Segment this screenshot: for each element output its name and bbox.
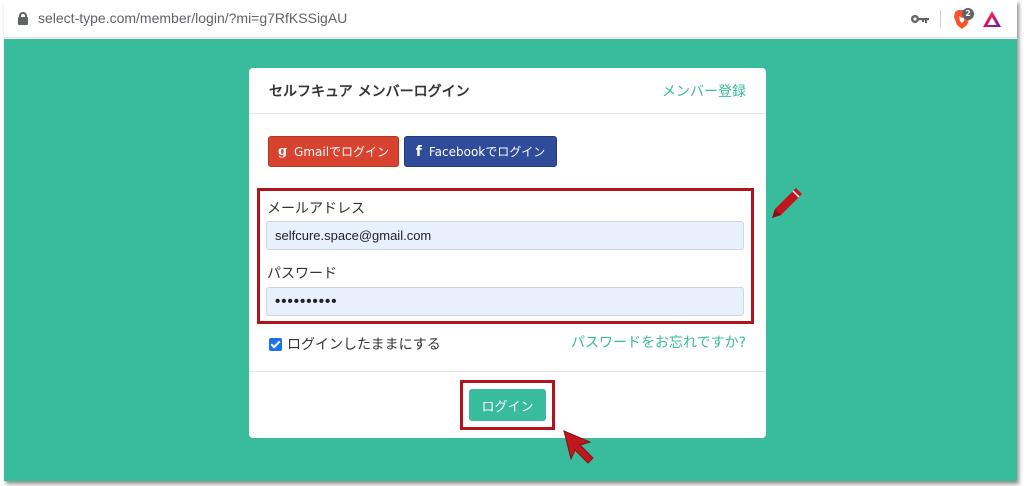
facebook-icon: f [415, 143, 422, 160]
page-background: セルフキュア メンバーログイン メンバー登録 g Gmailでログイン f Fa… [4, 39, 1017, 481]
remember-label[interactable]: ログインしたままにする [287, 334, 441, 354]
lock-icon[interactable] [18, 12, 28, 25]
login-button[interactable]: ログイン [469, 389, 546, 421]
key-icon[interactable] [910, 13, 930, 25]
browser-address-bar[interactable]: select-type.com/member/login/?mi=g7RfKSS… [4, 0, 1017, 38]
login-card: セルフキュア メンバーログイン メンバー登録 g Gmailでログイン f Fa… [249, 68, 766, 438]
pencil-icon [772, 188, 802, 218]
remember-checkbox[interactable] [269, 337, 282, 351]
gmail-login-label: Gmailでログイン [294, 145, 390, 159]
url-text[interactable]: select-type.com/member/login/?mi=g7RfKSS… [38, 10, 347, 26]
member-register-link[interactable]: メンバー登録 [662, 81, 746, 101]
card-divider [249, 371, 766, 372]
screenshot-frame: select-type.com/member/login/?mi=g7RfKSS… [4, 0, 1017, 481]
brave-shield-count: 2 [962, 8, 974, 20]
toolbar-separator [940, 10, 941, 28]
email-field[interactable]: selfcure.space@gmail.com [266, 221, 744, 250]
arrow-cursor-icon [563, 430, 594, 464]
card-title: セルフキュア メンバーログイン [269, 84, 470, 100]
card-header: セルフキュア メンバーログイン メンバー登録 [249, 68, 766, 114]
google-icon: g [277, 144, 288, 159]
facebook-login-button[interactable]: f Facebookでログイン [404, 136, 557, 167]
password-field[interactable]: •••••••••• [266, 287, 744, 316]
email-label: メールアドレス [267, 201, 365, 217]
facebook-login-label: Facebookでログイン [428, 145, 546, 159]
gmail-login-button[interactable]: g Gmailでログイン [268, 136, 399, 167]
remember-me[interactable]: ログインしたままにする [269, 334, 441, 354]
password-label: パスワード [267, 266, 337, 282]
forgot-password-link[interactable]: パスワードをお忘れですか? [571, 332, 746, 352]
triangle-icon[interactable] [982, 10, 1002, 28]
